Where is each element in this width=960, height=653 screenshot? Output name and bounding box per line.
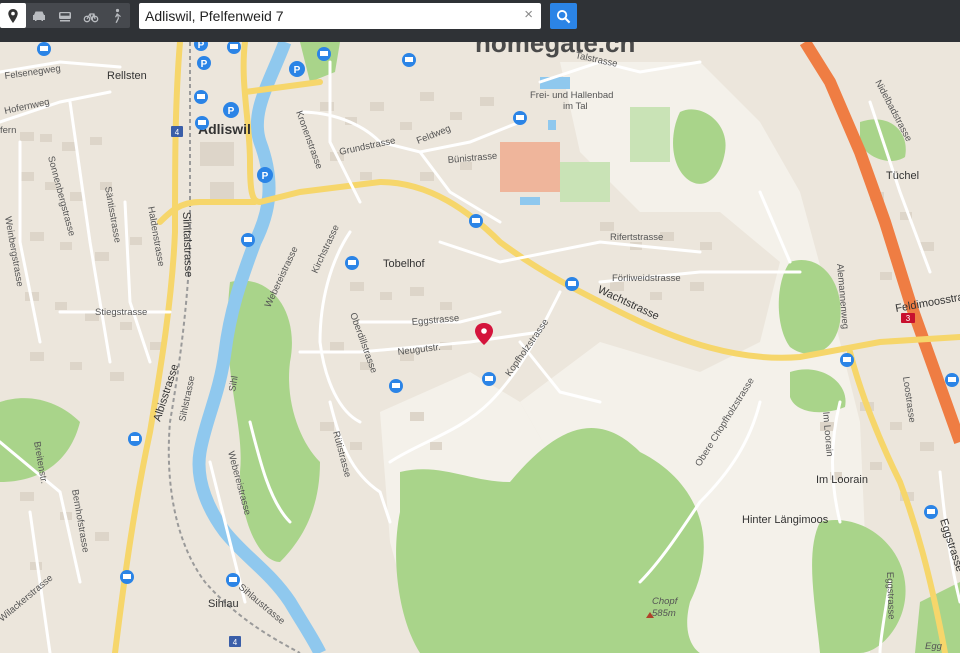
parking-icon[interactable]: P: [223, 102, 239, 118]
place-label-hinter-langimoos: Hinter Längimoos: [742, 514, 829, 526]
bus-stop-icon[interactable]: [226, 573, 240, 587]
address-search-input[interactable]: [139, 3, 515, 29]
route-shield-4-north: 4: [171, 126, 183, 137]
peak-label-chopf-height: 585m: [652, 608, 676, 619]
location-pin-icon: [8, 8, 18, 23]
peak-label-chopf: Chopf: [652, 596, 679, 607]
svg-text:4: 4: [175, 128, 180, 137]
svg-text:3: 3: [906, 314, 911, 323]
bike-icon: [83, 12, 99, 22]
search-button[interactable]: [550, 3, 577, 29]
svg-text:P: P: [198, 42, 205, 51]
bus-stop-icon[interactable]: [565, 277, 579, 291]
train-icon: [59, 11, 71, 21]
bus-stop-icon[interactable]: [924, 505, 938, 519]
bus-stop-icon[interactable]: [194, 90, 208, 104]
bus-stop-icon[interactable]: [37, 42, 51, 56]
street-label-forliweidstrasse: Förliweidstrasse: [612, 273, 681, 284]
train-mode-button[interactable]: [52, 3, 78, 28]
bus-stop-icon[interactable]: [345, 256, 359, 270]
bus-stop-icon[interactable]: [402, 53, 416, 67]
sports-field: [630, 107, 670, 162]
bus-stop-icon[interactable]: [128, 432, 142, 446]
place-label-sihlau: Sihlau: [208, 598, 239, 610]
route-shield-3: 3: [901, 313, 915, 323]
route-shield-4-south: 4: [229, 636, 241, 647]
bus-stop-icon[interactable]: [513, 111, 527, 125]
parking-icon[interactable]: P: [289, 61, 305, 77]
watermark: homegate.ch: [475, 42, 635, 58]
parking-icon[interactable]: P: [197, 56, 211, 70]
tennis-courts: [500, 142, 560, 192]
bus-stop-icon[interactable]: [120, 570, 134, 584]
walk-mode-button[interactable]: [104, 3, 130, 28]
street-label-sihltalstrasse-north: Sihltalstrasse: [180, 212, 194, 278]
sports-field: [560, 162, 610, 202]
street-label-rifertstrasse: Rifertstrasse: [610, 232, 663, 243]
svg-text:P: P: [228, 106, 235, 117]
bus-stop-icon[interactable]: [469, 214, 483, 228]
bus-stop-icon[interactable]: [482, 372, 496, 386]
pool: [520, 197, 540, 205]
place-label-tobelhof: Tobelhof: [383, 258, 426, 270]
bus-stop-icon[interactable]: [317, 47, 331, 61]
search-icon: [556, 9, 571, 23]
place-label-tuchel: Tüchel: [886, 170, 919, 182]
place-label-im-tal: im Tal: [563, 101, 588, 112]
place-label-fern: fern: [0, 125, 16, 136]
place-label-freibad: Frei- und Hallenbad: [530, 90, 613, 101]
bus-stop-icon[interactable]: [389, 379, 403, 393]
svg-text:P: P: [201, 59, 208, 70]
map-canvas[interactable]: homegate.ch 4 4 3 Adliswil Tobelhof Tüch…: [0, 42, 960, 653]
bus-stop-icon[interactable]: [945, 373, 959, 387]
car-icon: [33, 11, 45, 21]
place-label-egg: Egg: [925, 641, 943, 652]
street-label-stiegstrasse: Stiegstrasse: [95, 307, 147, 318]
svg-text:P: P: [262, 171, 269, 182]
pool: [540, 77, 570, 89]
svg-text:4: 4: [233, 638, 238, 647]
travel-mode-group: [0, 3, 130, 28]
parking-icon[interactable]: P: [257, 167, 273, 183]
bus-stop-icon[interactable]: [241, 233, 255, 247]
location-mode-button[interactable]: [0, 3, 26, 28]
bus-stop-icon[interactable]: [195, 116, 209, 130]
bike-mode-button[interactable]: [78, 3, 104, 28]
walk-icon: [115, 8, 121, 23]
place-label-im-loorain: Im Loorain: [816, 474, 868, 486]
pool: [548, 120, 556, 130]
svg-text:P: P: [294, 65, 301, 76]
bus-stop-icon[interactable]: [840, 353, 854, 367]
car-mode-button[interactable]: [26, 3, 52, 28]
clear-search-icon[interactable]: ×: [524, 6, 533, 23]
address-search-box: ×: [139, 3, 541, 29]
street-label-eggstrasse-south: Eggstrasse: [884, 572, 897, 620]
place-label-rellsten: Rellsten: [107, 70, 147, 82]
toolbar: ×: [0, 0, 960, 42]
